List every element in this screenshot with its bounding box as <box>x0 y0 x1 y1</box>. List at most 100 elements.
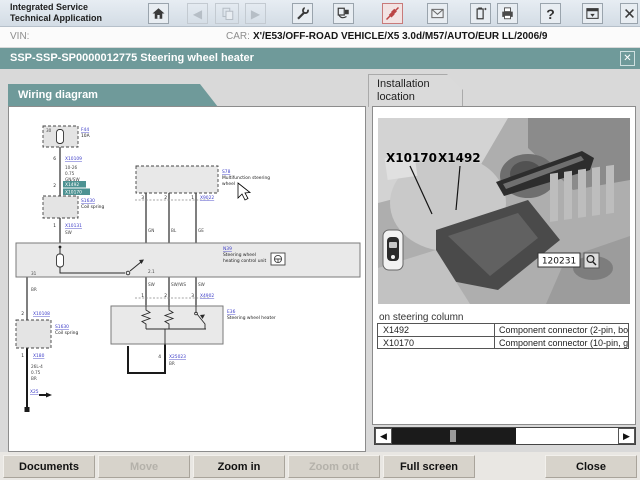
installation-location-photo: X10170 X1492 120231 <box>378 118 630 304</box>
printer-icon <box>500 6 515 21</box>
close-app-button[interactable] <box>620 3 638 24</box>
minimize-window-icon <box>585 6 600 21</box>
battery-icon <box>473 6 488 21</box>
svg-text:SW: SW <box>198 282 205 287</box>
multifunction-steering-wheel-box <box>135 165 219 194</box>
svg-text:Coil spring: Coil spring <box>55 330 78 336</box>
bottom-button-bar: Documents Move Zoom in Zoom out Full scr… <box>0 452 640 480</box>
home-icon <box>151 6 166 21</box>
svg-text:BL: BL <box>171 228 177 233</box>
tab-installation-location[interactable]: Installation location <box>368 74 463 107</box>
internal-fuse-symbol <box>56 253 64 268</box>
connection-status-button[interactable] <box>382 3 403 24</box>
scroll-left-button[interactable]: ◀ <box>375 428 392 444</box>
connector-x10108-link[interactable]: X10108 <box>33 311 50 317</box>
documents-button[interactable]: Documents <box>3 455 95 478</box>
svg-text:1: 1 <box>191 195 194 201</box>
connector-x10131-link[interactable]: X10131 <box>65 223 82 229</box>
svg-text:BR: BR <box>31 376 37 381</box>
tab-wiring-diagram[interactable]: Wiring diagram <box>8 84 218 107</box>
app-title: Integrated Service Technical Application <box>10 2 103 23</box>
photo-connector-label-x1492: X1492 <box>438 151 481 165</box>
svg-text:0.75: 0.75 <box>65 171 75 176</box>
document-close-button[interactable]: ✕ <box>620 51 635 66</box>
svg-text:2: 2 <box>164 293 167 299</box>
connector-x10109-link[interactable]: X10109 <box>65 156 82 162</box>
connector-x180-link[interactable]: X180 <box>33 353 45 359</box>
coil-spring-2-link[interactable]: S1630 <box>55 324 69 330</box>
svg-text:GE: GE <box>198 228 204 233</box>
workshop-session-button[interactable] <box>215 3 239 24</box>
connector-code-cell: X10170 <box>377 336 495 349</box>
svg-text:3: 3 <box>191 293 194 299</box>
svg-text:0.75: 0.75 <box>31 370 41 375</box>
svg-text:26L-4: 26L-4 <box>31 364 43 369</box>
wiring-diagram: 30 F44 10A 6 X10109 10-26 0.75 GN/SW 2 X… <box>15 125 361 412</box>
help-button[interactable]: ? <box>540 3 561 24</box>
minimize-window-button[interactable] <box>582 3 603 24</box>
scrollbar-grip <box>450 430 456 442</box>
table-row: X10170 Component connector (10-pin, gree… <box>377 336 629 349</box>
ecu-code-link[interactable]: N39 <box>223 246 232 252</box>
fuse-code-link[interactable]: F44 <box>81 127 89 133</box>
scroll-right-button[interactable]: ▶ <box>618 428 635 444</box>
heater-code-link[interactable]: E36 <box>227 309 236 315</box>
installation-location-panel: X10170 X1492 120231 on steering column X… <box>372 106 636 425</box>
svg-text:2: 2 <box>164 195 167 201</box>
steering-wheel-heater-box <box>110 305 224 345</box>
scrollbar-thumb[interactable] <box>392 428 516 444</box>
connector-x4902-link[interactable]: X4902 <box>200 293 214 299</box>
zoom-out-button[interactable]: Zoom out <box>288 455 380 478</box>
battery-voltage-button[interactable] <box>470 3 491 24</box>
vehicle-interface-button[interactable] <box>333 3 354 24</box>
service-functions-button[interactable] <box>292 3 313 24</box>
move-button[interactable]: Move <box>98 455 190 478</box>
forward-button[interactable]: ▶ <box>245 3 266 24</box>
vin-label: VIN: <box>10 31 30 42</box>
mfl-code-link[interactable]: S78 <box>222 169 231 175</box>
svg-text:Steering wheel heater: Steering wheel heater <box>227 315 276 321</box>
svg-text:SW: SW <box>148 282 155 287</box>
svg-text:Coil spring: Coil spring <box>81 204 104 210</box>
car-position-icon <box>382 229 404 271</box>
close-button[interactable]: Close <box>545 455 637 478</box>
svg-text:Multifunction steering: Multifunction steering <box>222 175 270 181</box>
heating-control-unit-box <box>15 242 361 278</box>
photo-zoom-button[interactable] <box>583 252 600 269</box>
ref-x25-link[interactable]: X25 <box>30 389 39 395</box>
ista-application-window: Integrated Service Technical Application… <box>0 0 640 480</box>
zoom-in-button[interactable]: Zoom in <box>193 455 285 478</box>
messages-button[interactable] <box>427 3 448 24</box>
svg-text:10A: 10A <box>81 133 90 139</box>
car-label: CAR: <box>226 31 250 42</box>
svg-text:X10170: X10170 <box>65 190 82 196</box>
wiring-diagram-panel: 30 F44 10A 6 X10109 10-26 0.75 GN/SW 2 X… <box>8 106 366 452</box>
svg-text:SW/WS: SW/WS <box>171 282 186 287</box>
coil-spring-box-1 <box>42 195 79 219</box>
back-arrow-icon: ◀ <box>192 6 203 21</box>
svg-text:1: 1 <box>53 223 56 229</box>
svg-text:3: 3 <box>141 195 144 201</box>
forward-arrow-icon: ▶ <box>250 6 261 21</box>
svg-text:2: 2 <box>53 183 56 189</box>
connector-x9022-link[interactable]: X9022 <box>200 195 214 201</box>
svg-text:BR: BR <box>31 287 37 292</box>
svg-text:2.1: 2.1 <box>148 269 155 274</box>
svg-text:6: 6 <box>53 156 56 162</box>
image-number: 120231 <box>542 257 576 267</box>
fuse-symbol <box>56 129 64 144</box>
home-button[interactable] <box>148 3 169 24</box>
session-pages-icon <box>220 6 235 21</box>
connector-x25023-link[interactable]: X25023 <box>169 354 186 360</box>
svg-text:10-26: 10-26 <box>65 165 78 170</box>
wire-continuation-arrow <box>46 392 52 398</box>
document-title-bar: SSP-SSP-SP0000012775 Steering wheel heat… <box>0 48 640 69</box>
back-button[interactable]: ◀ <box>187 3 208 24</box>
horizontal-scrollbar[interactable]: ◀ ▶ <box>374 427 636 445</box>
print-button[interactable] <box>497 3 518 24</box>
envelope-icon <box>430 6 445 21</box>
full-screen-button[interactable]: Full screen <box>383 455 475 478</box>
coil-spring-1-link[interactable]: S1630 <box>81 198 95 204</box>
wrench-icon <box>295 6 310 21</box>
svg-text:BR: BR <box>169 361 175 366</box>
